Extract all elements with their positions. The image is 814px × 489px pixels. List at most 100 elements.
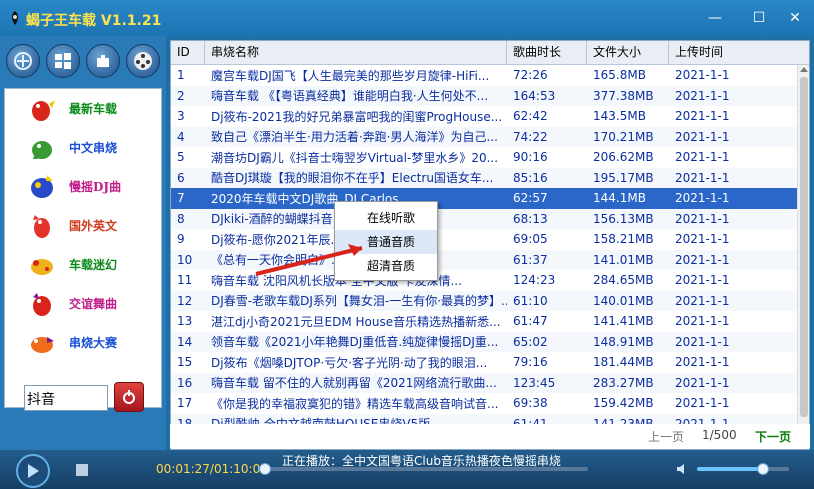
play-time: 00:01:27/01:10:06: [156, 462, 268, 476]
row-date: 2021-1-1: [675, 273, 730, 288]
search-input[interactable]: 抖音: [24, 385, 108, 411]
stop-button[interactable]: [76, 464, 88, 476]
prev-page-button[interactable]: 上一页: [648, 428, 684, 445]
col-size[interactable]: 文件大小: [587, 41, 669, 65]
sidebar-item-ballroom[interactable]: 交谊舞曲: [5, 284, 161, 323]
row-name: 酷音DJ琪璇【我的眼泪你不在乎】Electru国语女车...: [211, 171, 494, 186]
sidebar-item-latest[interactable]: 最新车载: [5, 89, 161, 128]
row-date: 2021-1-1: [675, 355, 730, 370]
progress-knob[interactable]: [258, 463, 271, 475]
row-length: 69:05: [513, 232, 548, 247]
vertical-scrollbar[interactable]: [797, 65, 809, 427]
table-row[interactable]: 7 2020年车载中文DJ歌曲_DJ Carlos 62:57 144.1MB 2021…: [171, 188, 799, 209]
plugin-icon[interactable]: [86, 44, 120, 78]
row-size: 284.65MB: [593, 273, 654, 288]
sidebar-item-psychedelic[interactable]: 车载迷幻: [5, 245, 161, 284]
scroll-up-icon[interactable]: [800, 67, 808, 72]
table-row[interactable]: 6 酷音DJ琪璇【我的眼泪你不在乎】Electru国语女车... 85:16 195.…: [171, 167, 799, 188]
sidebar-item-chinese-medley[interactable]: 中文串烧: [5, 128, 161, 167]
col-id[interactable]: ID: [171, 41, 205, 65]
col-length[interactable]: 歌曲时长: [507, 41, 587, 65]
minimize-button[interactable]: —: [700, 6, 730, 30]
scroll-thumb[interactable]: [800, 77, 808, 417]
row-size: 156.13MB: [593, 211, 654, 226]
menu-item-online-listen[interactable]: 在线听歌: [335, 206, 437, 230]
col-name[interactable]: 串烧名称: [205, 41, 507, 65]
row-length: 124:23: [513, 273, 556, 288]
red-dragon-icon: [32, 99, 55, 121]
search-button[interactable]: [114, 382, 144, 412]
sidebar-item-label: 串烧大赛: [69, 336, 118, 350]
sidebar-item-label: 最新车载: [69, 102, 118, 116]
toolbar-icons: [6, 44, 162, 82]
row-length: 164:53: [513, 88, 556, 103]
table-row[interactable]: 12 DJ春雪-老歌车载DJ系列【舞女泪-一生有你·最真的梦】... 61:10 14…: [171, 290, 799, 311]
row-id: 15: [177, 355, 193, 370]
volume-slider[interactable]: [697, 463, 789, 475]
blue-dragon-icon: [31, 174, 53, 198]
windows-icon[interactable]: [46, 44, 80, 78]
row-length: 79:16: [513, 355, 548, 370]
table-row[interactable]: 15 Dj筱布《烟嗓DJTOP·亏欠·客子光阴·动了我的眼泪... 79:16 181…: [171, 352, 799, 373]
row-date: 2021-1-1: [675, 88, 730, 103]
table-row[interactable]: 17 《你是我的幸福寂寞犯的错》精选车载高级音响试音... 69:38 159.42M…: [171, 393, 799, 414]
film-reel-icon[interactable]: [126, 44, 160, 78]
play-button[interactable]: [16, 454, 50, 488]
col-date[interactable]: 上传时间: [669, 41, 809, 65]
table-row[interactable]: 5 潮音坊DJ霸儿《抖音士嗨翌岁Virtual-梦里水乡》20... 90:16 20…: [171, 147, 799, 168]
row-size: 141.01MB: [593, 252, 654, 267]
table-row[interactable]: 8 DJkiki-酒醉的蝴蝶抖音... 68:13 156.13MB 2021-1-1: [171, 208, 799, 229]
row-id: 16: [177, 375, 193, 390]
volume-icon[interactable]: [676, 462, 690, 476]
row-date: 2021-1-1: [675, 396, 730, 411]
row-size: 206.62MB: [593, 150, 654, 165]
red-dragon-icon: [33, 214, 50, 238]
table-row[interactable]: 16 嗨音车载 留不住的人就别再留《2021网络流行歌曲... 123:45 283.…: [171, 372, 799, 393]
row-date: 2021-1-1: [675, 191, 730, 206]
row-date: 2021-1-1: [675, 109, 730, 124]
page-count: 1/500: [702, 428, 737, 442]
left-panel: 最新车载 中文串烧 慢摇DJ曲 国外英文 车载迷幻 交谊舞曲 串烧大赛 抖音: [0, 36, 166, 450]
next-page-button[interactable]: 下一页: [755, 428, 791, 445]
row-size: 141.41MB: [593, 314, 654, 329]
row-size: 283.27MB: [593, 375, 654, 390]
volume-fill: [697, 467, 764, 471]
sidebar-item-english[interactable]: 国外英文: [5, 206, 161, 245]
table-row[interactable]: 4 致自己《漂泊半生·用力活着·奔跑·男人海洋》为自己... 74:22 170.21…: [171, 126, 799, 147]
maximize-button[interactable]: ☐: [744, 6, 774, 30]
row-name: 嗨音车载 《【粤语真经典】谁能明白我·人生何处不...: [211, 89, 489, 104]
row-length: 62:57: [513, 191, 548, 206]
close-button[interactable]: ✕: [780, 6, 810, 30]
title-bar: 蝎子王车载 V1.1.21 — ☐ ✕: [0, 0, 814, 36]
row-date: 2021-1-1: [675, 334, 730, 349]
table-row[interactable]: 3 Dj筱布-2021我的好兄弟暴富吧我的闺蜜ProgHouse... 62:42 1…: [171, 106, 799, 127]
sidebar-item-label: 车载迷幻: [69, 258, 118, 272]
sidebar-item-label: 慢摇DJ曲: [69, 180, 122, 194]
settings-wheel-icon[interactable]: [6, 44, 40, 78]
row-size: 148.91MB: [593, 334, 654, 349]
row-length: 65:02: [513, 334, 548, 349]
sidebar-item-label: 国外英文: [69, 219, 118, 233]
row-length: 69:38: [513, 396, 548, 411]
row-id: 10: [177, 252, 193, 267]
row-length: 61:37: [513, 252, 548, 267]
sidebar-item-slow-dj[interactable]: 慢摇DJ曲: [5, 167, 161, 206]
row-id: 7: [177, 191, 185, 206]
row-name: DJ春雪-老歌车载DJ系列【舞女泪-一生有你·最真的梦】...: [211, 294, 507, 309]
row-date: 2021-1-1: [675, 68, 730, 83]
row-name: 潮音坊DJ霸儿《抖音士嗨翌岁Virtual-梦里水乡》20...: [211, 150, 499, 165]
row-length: 62:42: [513, 109, 548, 124]
row-id: 17: [177, 396, 193, 411]
progress-bar[interactable]: [258, 463, 588, 475]
sidebar-item-contest[interactable]: 串烧大赛: [5, 323, 161, 362]
row-length: 74:22: [513, 129, 548, 144]
table-row[interactable]: 1 魔宫车载DJ国飞【人生最完美的那些岁月旋律-HiFi... 72:26 165.8…: [171, 65, 799, 86]
table-row[interactable]: 13 湛江dj小奇2021元旦EDM House音乐精选热播新悉... 61:47 1…: [171, 311, 799, 332]
table-row[interactable]: 14 领音车载《2021小年艳舞DJ重低音.纯旋律慢摇DJ重... 65:02 148…: [171, 331, 799, 352]
row-date: 2021-1-1: [675, 293, 730, 308]
row-date: 2021-1-1: [675, 170, 730, 185]
orange-dragon-icon: [31, 336, 54, 353]
row-date: 2021-1-1: [675, 211, 730, 226]
row-size: 140.01MB: [593, 293, 654, 308]
table-row[interactable]: 2 嗨音车载 《【粤语真经典】谁能明白我·人生何处不... 164:53 377.38…: [171, 85, 799, 106]
